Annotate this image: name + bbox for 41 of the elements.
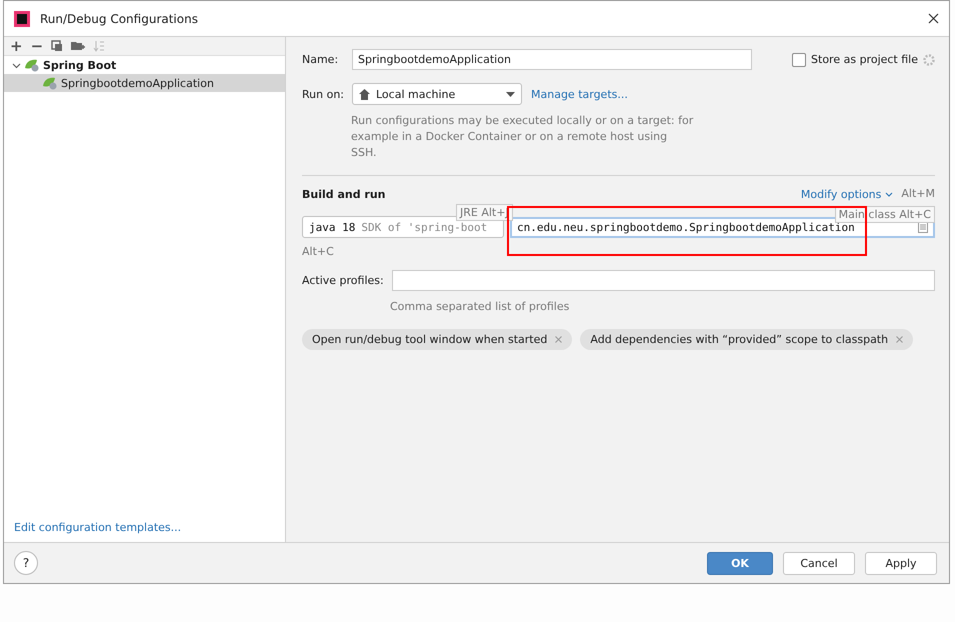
browse-icon[interactable] [918, 221, 928, 233]
tree-item[interactable]: SpringbootdemoApplication [4, 74, 285, 92]
close-icon[interactable] [928, 13, 939, 24]
shortcut-hint: Alt+M [901, 186, 935, 202]
store-checkbox[interactable] [792, 52, 806, 66]
run-on-label: Run on: [302, 88, 345, 100]
tree-item[interactable]: Spring Boot [4, 56, 285, 74]
remove-button[interactable]: − [30, 39, 44, 53]
profiles-label: Active profiles: [302, 274, 385, 287]
build-run-title: Build and run [302, 188, 386, 200]
option-chip[interactable]: Add dependencies with “provided” scope to classpath [580, 329, 914, 350]
caret-icon [506, 92, 515, 96]
edit-templates-link[interactable]: Edit configuration templates... [14, 521, 285, 534]
spring-boot-icon [24, 58, 40, 72]
run-on-hint: Run configurations may be executed locally or on a target: for example in a Docker Container or on a remote host using SSH. [351, 113, 694, 161]
home-icon [359, 88, 370, 100]
dialog-button[interactable]: Cancel [783, 552, 855, 574]
chevron-icon [885, 192, 894, 196]
store-label: Store as project file [811, 53, 918, 66]
app-logo-icon [14, 10, 30, 26]
ok-button[interactable]: OK [707, 552, 773, 574]
dialog-button[interactable]: Apply [865, 552, 937, 574]
sort-icon[interactable] [93, 40, 106, 52]
modify-options-link[interactable]: Modify options [800, 188, 894, 200]
spring-boot-icon [42, 76, 58, 90]
option-chip[interactable]: Open run/debug tool window when started [302, 329, 572, 350]
add-button[interactable]: + [10, 39, 23, 53]
window-title: Run/Debug Configurations [40, 12, 198, 26]
main-class-tooltip: Main class Alt+C [834, 206, 935, 223]
name-field[interactable]: SpringbootdemoApplication [352, 49, 752, 70]
shortcut-hint: Alt+C [302, 244, 335, 260]
run-on-dropdown[interactable]: Local machine [352, 83, 522, 105]
main-class-field[interactable]: cn.edu.neu.springbootdemo.SpringbootdemoApplication [510, 216, 935, 238]
manage-targets-link[interactable]: Manage targets... [531, 88, 628, 100]
help-button[interactable]: ? [14, 551, 38, 575]
chevron-icon[interactable] [12, 60, 21, 70]
profiles-field[interactable] [392, 270, 935, 291]
profiles-hint: Comma separated list of profiles [390, 299, 570, 315]
name-label: Name: [302, 53, 340, 66]
copy-icon[interactable] [51, 40, 64, 52]
new-folder-icon[interactable] [71, 40, 86, 52]
